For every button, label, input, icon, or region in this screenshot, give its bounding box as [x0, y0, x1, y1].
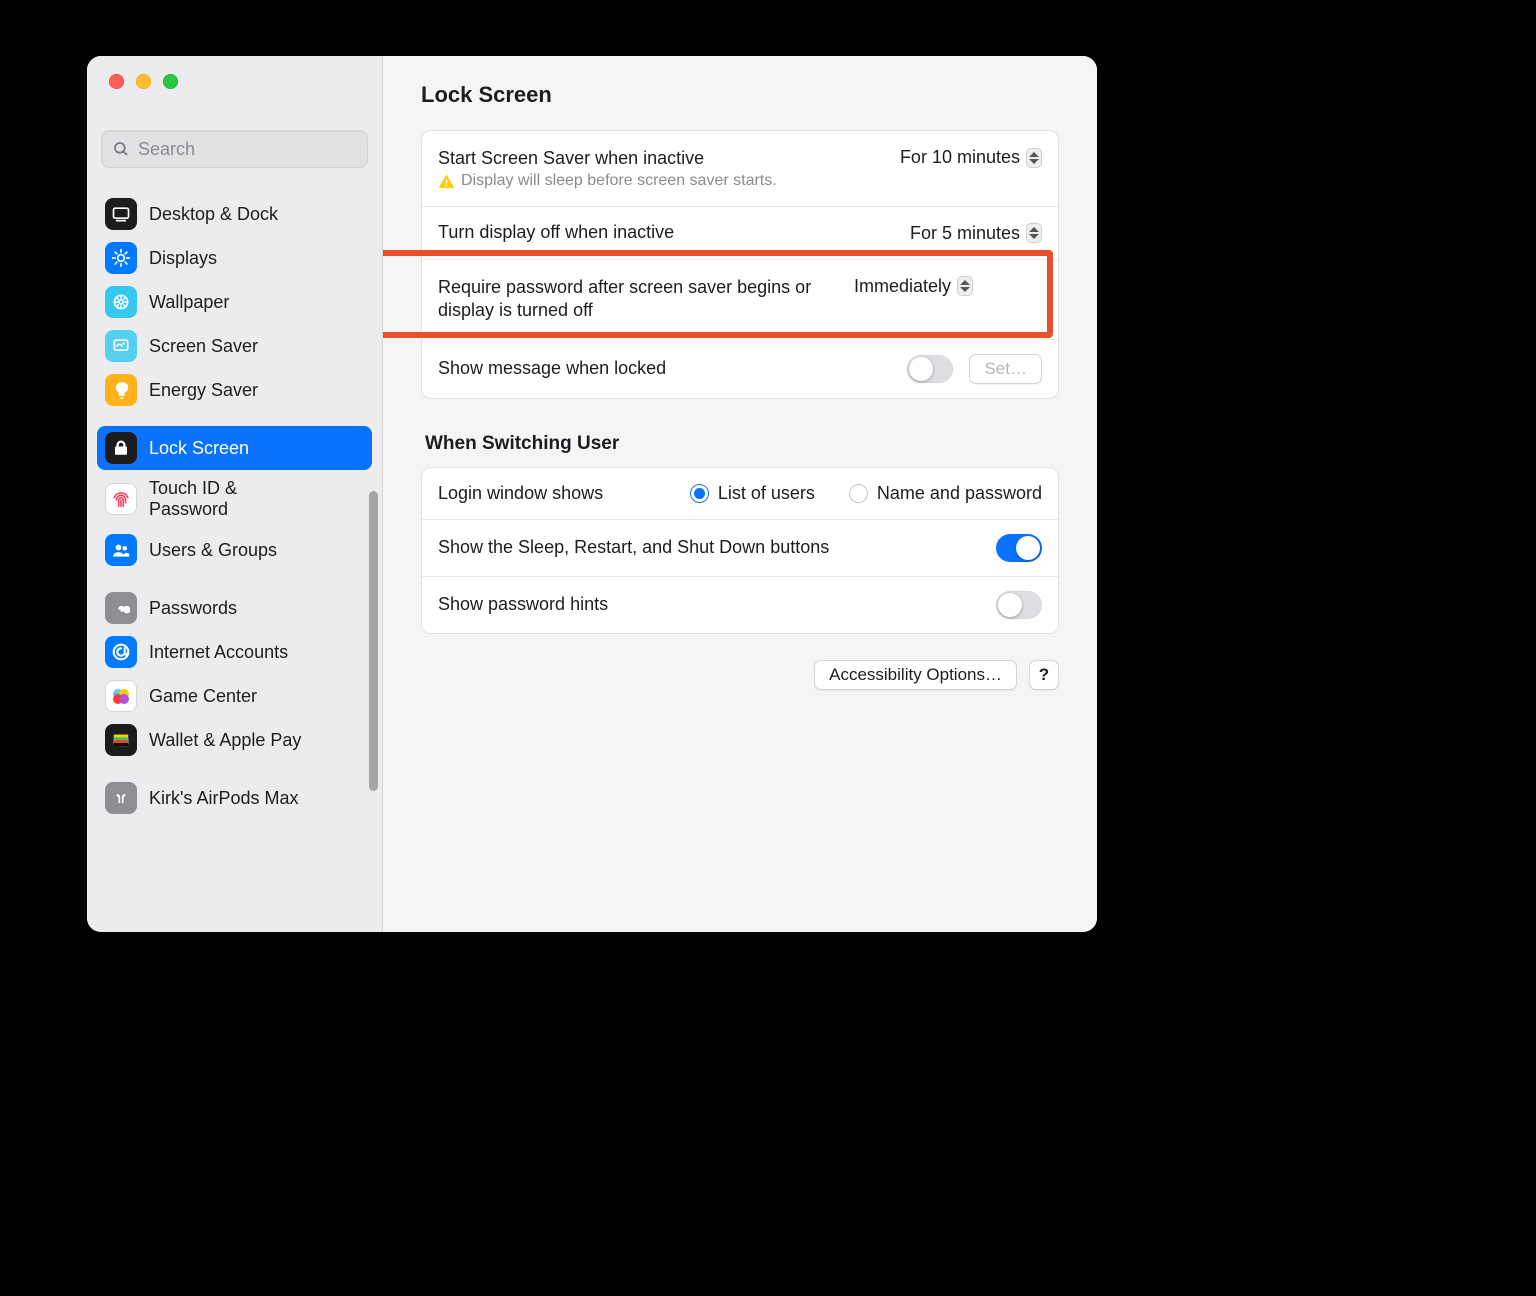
desktop-dock-icon	[105, 198, 137, 230]
sidebar-item-label: Lock Screen	[149, 438, 249, 459]
sidebar-list: Desktop & Dock Displays Wallpaper Screen…	[87, 182, 382, 932]
lock-screen-settings-card: Start Screen Saver when inactive Display…	[421, 130, 1059, 399]
sidebar-item-label: Internet Accounts	[149, 642, 288, 663]
radio-label: List of users	[718, 483, 815, 504]
sleep-restart-toggle[interactable]	[996, 534, 1042, 562]
footer-buttons: Accessibility Options… ?	[421, 660, 1059, 690]
row-label: Show message when locked	[438, 357, 891, 380]
sidebar-item-label: Kirk's AirPods Max	[149, 788, 298, 809]
sidebar-item-label: Passwords	[149, 598, 237, 619]
sidebar-item-displays[interactable]: Displays	[97, 236, 372, 280]
show-message-toggle[interactable]	[907, 355, 953, 383]
sidebar-item-label: Screen Saver	[149, 336, 258, 357]
search-icon	[112, 140, 130, 158]
wallet-icon	[105, 724, 137, 756]
minimize-window-button[interactable]	[136, 74, 151, 89]
row-password-hints: Show password hints	[422, 576, 1058, 633]
window-controls	[87, 56, 382, 106]
zoom-window-button[interactable]	[163, 74, 178, 89]
stepper-icon	[1026, 223, 1042, 243]
close-window-button[interactable]	[109, 74, 124, 89]
wallpaper-icon	[105, 286, 137, 318]
row-display-off: Turn display off when inactive For 5 min…	[422, 206, 1058, 258]
page-title: Lock Screen	[421, 82, 1059, 108]
password-hints-toggle[interactable]	[996, 591, 1042, 619]
game-center-icon	[105, 680, 137, 712]
warning-icon	[438, 173, 455, 190]
sidebar-item-internet-accounts[interactable]: Internet Accounts	[97, 630, 372, 674]
search-input[interactable]	[138, 139, 357, 160]
sidebar-item-label: Users & Groups	[149, 540, 277, 561]
sidebar-item-label: Displays	[149, 248, 217, 269]
row-require-password: Require password after screen saver begi…	[422, 259, 1058, 339]
sidebar-item-screensaver[interactable]: Screen Saver	[97, 324, 372, 368]
stepper-icon	[957, 276, 973, 296]
displays-icon	[105, 242, 137, 274]
radio-dot-icon	[849, 484, 868, 503]
radio-label: Name and password	[877, 483, 1042, 504]
internet-accounts-icon	[105, 636, 137, 668]
sidebar-item-label: Wallpaper	[149, 292, 229, 313]
radio-name-and-password[interactable]: Name and password	[849, 483, 1042, 504]
screensaver-icon	[105, 330, 137, 362]
popup-value: Immediately	[854, 276, 951, 297]
radio-dot-icon	[690, 484, 709, 503]
screensaver-duration-popup[interactable]: For 10 minutes	[900, 147, 1042, 168]
lock-screen-icon	[105, 432, 137, 464]
sidebar-item-game-center[interactable]: Game Center	[97, 674, 372, 718]
system-settings-window: Desktop & Dock Displays Wallpaper Screen…	[87, 56, 1097, 932]
row-label: Start Screen Saver when inactive	[438, 147, 884, 170]
row-warning-text: Display will sleep before screen saver s…	[461, 172, 777, 190]
airpods-icon	[105, 782, 137, 814]
touch-id-icon	[105, 483, 137, 515]
switching-user-card: Login window shows List of users Name an…	[421, 467, 1059, 634]
row-sleep-restart-buttons: Show the Sleep, Restart, and Shut Down b…	[422, 519, 1058, 576]
sidebar-item-lock-screen[interactable]: Lock Screen	[97, 426, 372, 470]
row-login-window-shows: Login window shows List of users Name an…	[422, 468, 1058, 519]
radio-list-of-users[interactable]: List of users	[690, 483, 815, 504]
sidebar-scrollbar[interactable]	[369, 491, 378, 791]
require-password-delay-popup[interactable]: Immediately	[854, 276, 973, 297]
sidebar-item-label: Desktop & Dock	[149, 204, 278, 225]
section-heading-switching-user: When Switching User	[425, 433, 1059, 455]
row-label: Show password hints	[438, 593, 980, 616]
main-panel: Lock Screen Start Screen Saver when inac…	[383, 56, 1097, 932]
sidebar-item-label: Touch ID &Password	[149, 478, 237, 519]
display-off-duration-popup[interactable]: For 5 minutes	[910, 223, 1042, 244]
sidebar-item-label: Energy Saver	[149, 380, 258, 401]
row-show-message: Show message when locked Set…	[422, 339, 1058, 398]
sidebar-item-label: Game Center	[149, 686, 257, 707]
stepper-icon	[1026, 148, 1042, 168]
set-message-button[interactable]: Set…	[969, 354, 1042, 384]
row-screensaver-inactive: Start Screen Saver when inactive Display…	[422, 131, 1058, 206]
energy-saver-icon	[105, 374, 137, 406]
search-field[interactable]	[101, 130, 368, 168]
sidebar-item-wallet-apple-pay[interactable]: Wallet & Apple Pay	[97, 718, 372, 762]
sidebar-item-users-groups[interactable]: Users & Groups	[97, 528, 372, 572]
row-label: Login window shows	[438, 482, 674, 505]
sidebar-item-wallpaper[interactable]: Wallpaper	[97, 280, 372, 324]
users-groups-icon	[105, 534, 137, 566]
accessibility-options-button[interactable]: Accessibility Options…	[814, 660, 1017, 690]
row-warning: Display will sleep before screen saver s…	[438, 172, 884, 190]
row-label: Show the Sleep, Restart, and Shut Down b…	[438, 536, 980, 559]
row-label: Turn display off when inactive	[438, 221, 894, 244]
passwords-icon	[105, 592, 137, 624]
popup-value: For 10 minutes	[900, 147, 1020, 168]
sidebar-item-touch-id[interactable]: Touch ID &Password	[97, 470, 372, 528]
sidebar-item-airpods[interactable]: Kirk's AirPods Max	[97, 776, 372, 820]
row-label: Require password after screen saver begi…	[438, 276, 838, 323]
sidebar: Desktop & Dock Displays Wallpaper Screen…	[87, 56, 383, 932]
sidebar-item-label: Wallet & Apple Pay	[149, 730, 301, 751]
help-button[interactable]: ?	[1029, 660, 1059, 690]
popup-value: For 5 minutes	[910, 223, 1020, 244]
sidebar-item-desktop-dock[interactable]: Desktop & Dock	[97, 192, 372, 236]
sidebar-item-passwords[interactable]: Passwords	[97, 586, 372, 630]
sidebar-item-energy-saver[interactable]: Energy Saver	[97, 368, 372, 412]
